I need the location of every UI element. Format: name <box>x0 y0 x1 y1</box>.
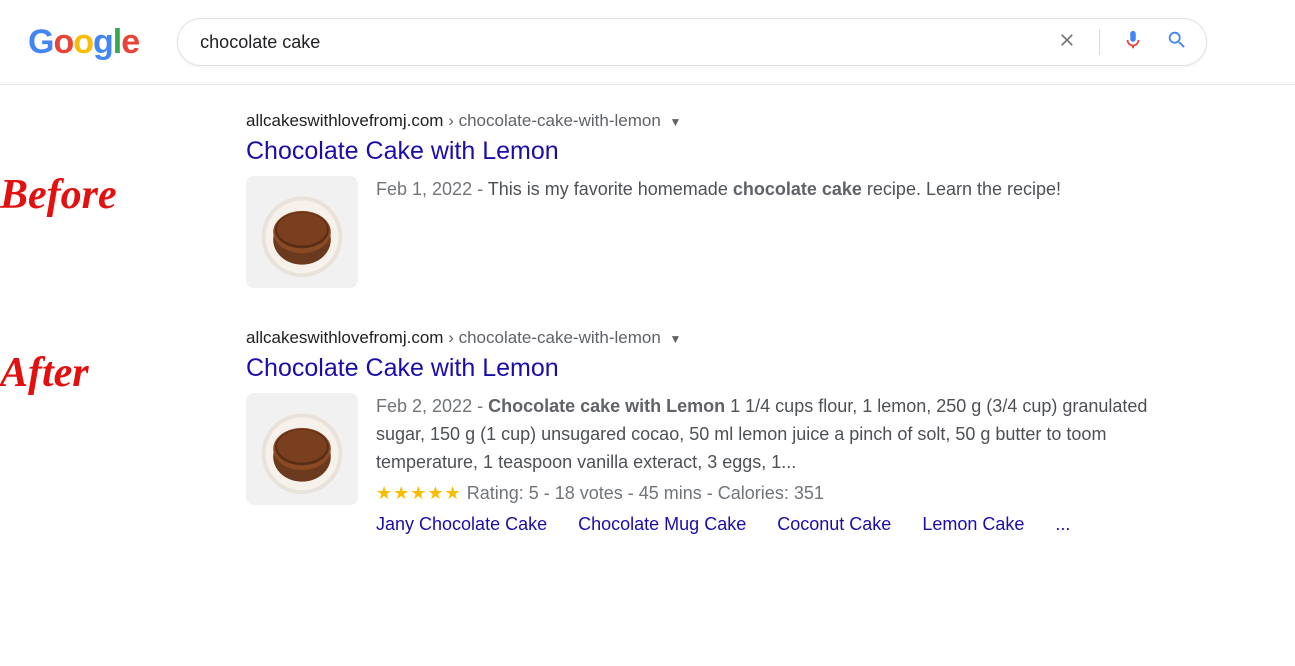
search-results: allcakeswithlovefromj.com › chocolate-ca… <box>246 111 1186 575</box>
result-meta: ★★★★★ Rating: 5 - 18 votes - 45 mins - C… <box>376 483 1186 504</box>
result-url[interactable]: allcakeswithlovefromj.com › chocolate-ca… <box>246 328 1186 348</box>
after-badge: After <box>0 349 246 397</box>
more-sitelinks[interactable]: ... <box>1055 514 1070 534</box>
google-logo[interactable]: Google <box>28 23 139 62</box>
divider <box>1099 29 1100 55</box>
result-title[interactable]: Chocolate Cake with Lemon <box>246 354 1186 383</box>
search-result: allcakeswithlovefromj.com › chocolate-ca… <box>246 111 1186 288</box>
side-labels: Before After <box>0 111 246 575</box>
sitelink[interactable]: Lemon Cake <box>922 514 1024 534</box>
chevron-down-icon[interactable]: ▼ <box>670 115 682 129</box>
result-title[interactable]: Chocolate Cake with Lemon <box>246 137 1186 166</box>
chevron-down-icon[interactable]: ▼ <box>670 332 682 346</box>
sitelink[interactable]: Coconut Cake <box>777 514 891 534</box>
result-path: chocolate-cake-with-lemon <box>459 111 661 130</box>
search-icon[interactable] <box>1166 29 1188 56</box>
search-result: allcakeswithlovefromj.com › chocolate-ca… <box>246 328 1186 535</box>
result-snippet: Feb 1, 2022 - This is my favorite homema… <box>376 176 1061 288</box>
result-url[interactable]: allcakeswithlovefromj.com › chocolate-ca… <box>246 111 1186 131</box>
rating-stars-icon: ★★★★★ <box>376 483 462 503</box>
clear-icon[interactable] <box>1057 30 1077 55</box>
voice-search-icon[interactable] <box>1122 29 1144 56</box>
result-sitelinks: Jany Chocolate Cake Chocolate Mug Cake C… <box>376 514 1186 535</box>
result-thumbnail[interactable] <box>246 393 358 505</box>
before-badge: Before <box>0 171 246 219</box>
header: Google <box>0 0 1295 85</box>
result-snippet: Feb 2, 2022 - Chocolate cake with Lemon … <box>376 393 1186 477</box>
result-path: chocolate-cake-with-lemon <box>459 328 661 347</box>
result-thumbnail[interactable] <box>246 176 358 288</box>
sitelink[interactable]: Jany Chocolate Cake <box>376 514 547 534</box>
result-domain: allcakeswithlovefromj.com <box>246 111 443 130</box>
search-input[interactable] <box>200 32 1057 53</box>
search-bar[interactable] <box>177 18 1207 66</box>
result-domain: allcakeswithlovefromj.com <box>246 328 443 347</box>
sitelink[interactable]: Chocolate Mug Cake <box>578 514 746 534</box>
